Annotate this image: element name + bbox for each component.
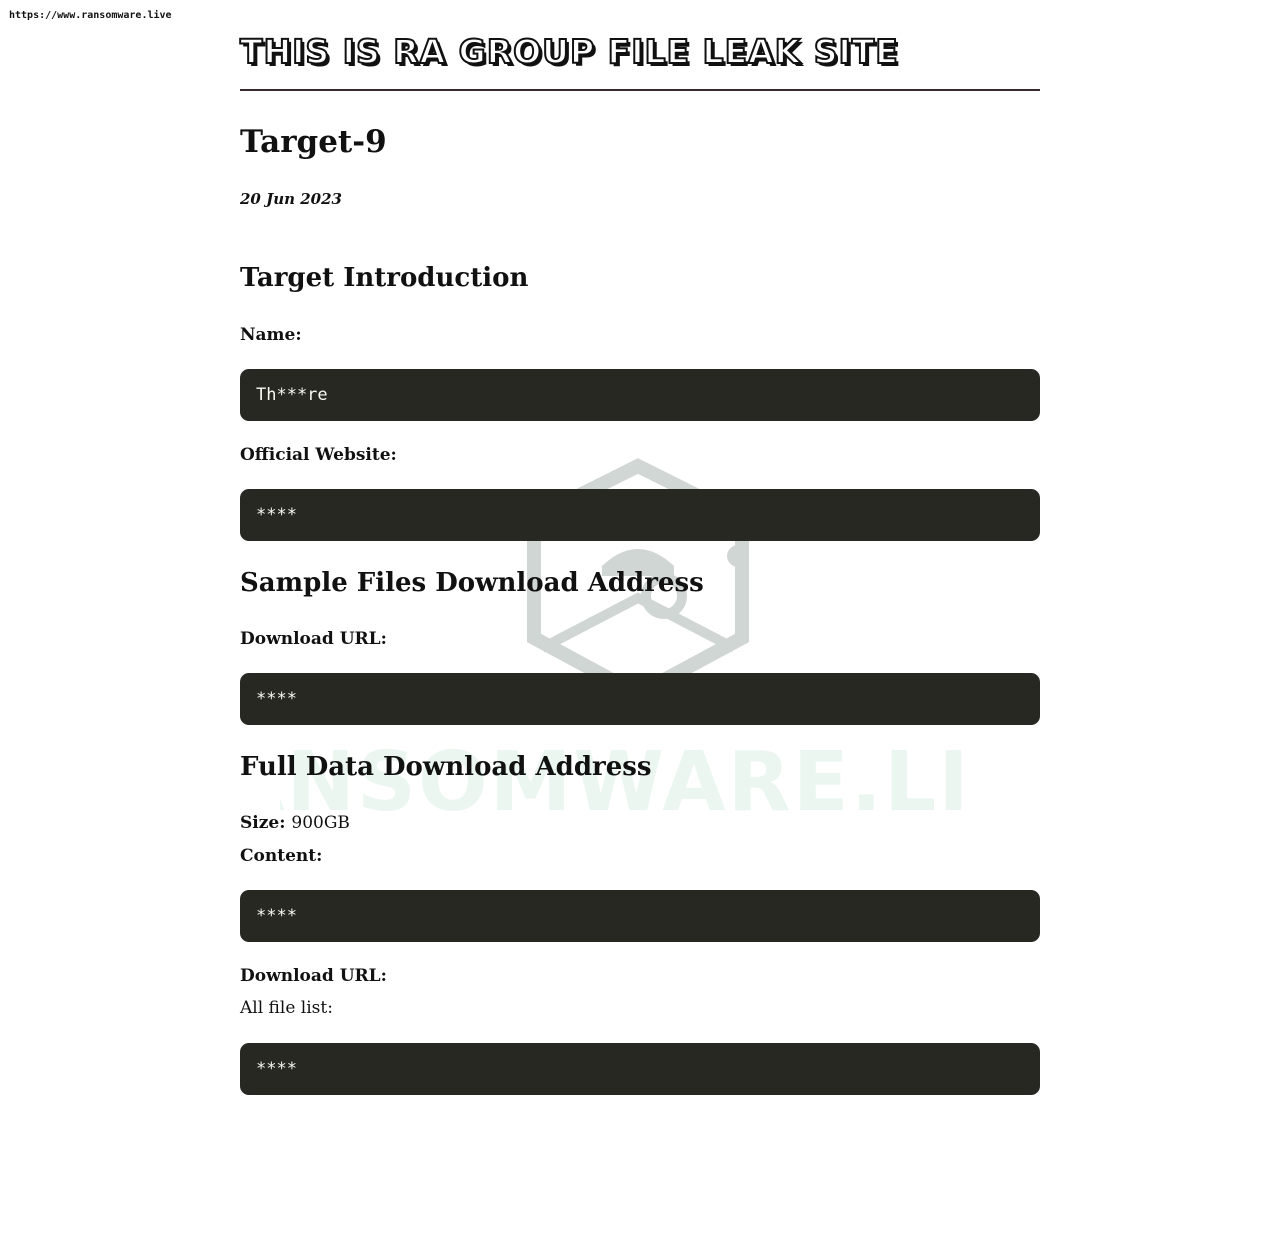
size-label: Size:: [240, 813, 286, 833]
source-url-label: https://www.ransomware.live: [9, 10, 172, 21]
sample-files-heading: Sample Files Download Address: [240, 568, 704, 598]
full-data-heading: Full Data Download Address: [240, 752, 652, 782]
sample-download-url-code-block: ****: [240, 673, 1040, 725]
name-label: Name:: [240, 325, 302, 345]
post-title: Target-9: [240, 124, 387, 160]
content-code-block: ****: [240, 890, 1040, 942]
title-divider: [240, 89, 1040, 91]
sample-download-url-label: Download URL:: [240, 629, 387, 649]
official-website-label: Official Website:: [240, 445, 397, 465]
size-value: 900GB: [291, 813, 350, 833]
file-list-code-block: ****: [240, 1043, 1040, 1095]
site-title: THIS IS RA GROUP FILE LEAK SITE: [239, 31, 899, 72]
name-code-block: Th***re: [240, 369, 1040, 421]
all-file-list-label: All file list:: [240, 998, 333, 1018]
size-line: Size: 900GB: [240, 812, 350, 834]
target-intro-heading: Target Introduction: [240, 263, 529, 293]
content-label: Content:: [240, 846, 323, 866]
full-download-url-label: Download URL:: [240, 966, 387, 986]
official-website-code-block: ****: [240, 489, 1040, 541]
post-date: 20 Jun 2023: [240, 190, 342, 208]
